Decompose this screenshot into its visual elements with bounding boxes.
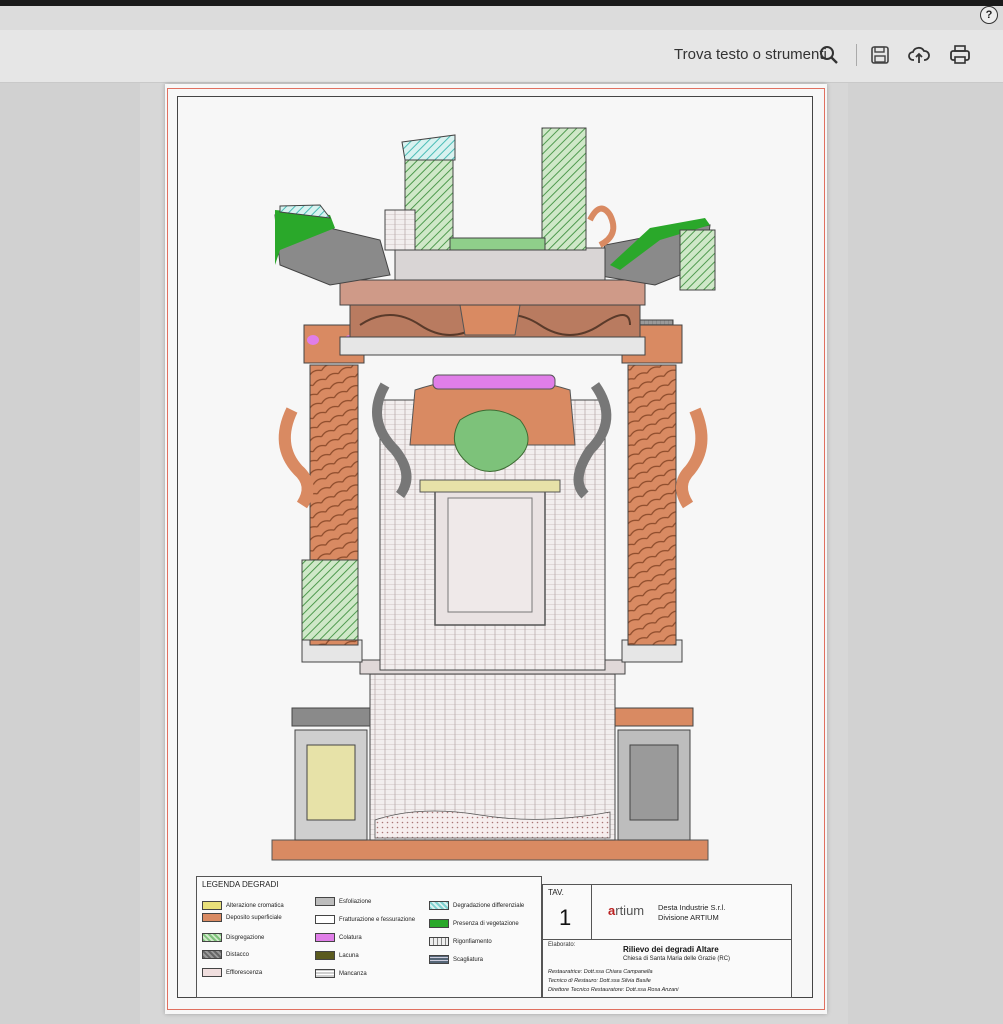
left-pedestal-panel	[306, 744, 356, 821]
legend-item-fratturazione: Fratturazione e fessurazione	[315, 915, 415, 924]
company-box: artium Desta Industrie S.r.l. Divisione …	[592, 884, 792, 940]
credit-line: Direttore Tecnico Restauratore: Dott.ssa…	[548, 987, 679, 993]
legend-title: LEGENDA DEGRADI	[202, 880, 279, 889]
legend-swatch	[429, 955, 449, 964]
legend-swatch	[202, 950, 222, 959]
legend-swatch	[315, 951, 335, 960]
viewer-toolbar: Trova testo o strumenti	[0, 30, 1003, 83]
legend-item-esfoliazione: Esfoliazione	[315, 897, 371, 906]
legend-label: Mancanza	[339, 970, 367, 977]
legend-item-alterazione-cromatica: Alterazione cromatica	[202, 901, 284, 910]
colatura-band	[432, 374, 556, 390]
legend-swatch	[202, 933, 222, 942]
legend-swatch	[315, 933, 335, 942]
credit-line: Restauratrice: Dott.ssa Chiara Campanell…	[548, 969, 653, 975]
legend-panel: LEGENDA DEGRADI Alterazione cromatica De…	[196, 876, 542, 998]
legend-label: Presenza di vegetazione	[453, 920, 519, 927]
legend-label: Distacco	[226, 951, 250, 958]
attic-top-band	[449, 237, 546, 251]
legend-label: Alterazione cromatica	[226, 902, 284, 909]
elaborato-subtitle: Chiesa di Santa Maria delle Grazie (RC)	[623, 956, 731, 962]
tav-number: 1	[559, 905, 572, 930]
legend-label: Disgregazione	[226, 934, 265, 941]
legend-swatch	[429, 937, 449, 946]
right-pedestal-panel	[629, 744, 679, 821]
legend-swatch	[202, 913, 222, 922]
elaborato-label: Elaborato:	[548, 942, 576, 948]
legend-swatch	[315, 915, 335, 924]
help-button[interactable]: ?	[980, 6, 998, 24]
left-attic-top	[401, 134, 456, 161]
legend-swatch	[429, 919, 449, 928]
left-pedestal-band	[291, 707, 371, 727]
elaborato-title: Rilievo dei degradi Altare	[623, 945, 719, 954]
legend-item-disgregazione: Disgregazione	[202, 933, 264, 942]
right-spiral-column	[627, 364, 677, 646]
architrave	[339, 336, 646, 356]
legend-item-rigonfiamento: Rigonfiamento	[429, 937, 492, 946]
credit-line: Tecnico di Restauro: Dott.ssa Silvia Bas…	[548, 978, 651, 984]
right-attic-pilaster	[541, 127, 587, 251]
legend-item-mancanza: Mancanza	[315, 969, 367, 978]
tav-box: TAV. 1	[542, 884, 592, 940]
right-panel	[848, 83, 1003, 1024]
legend-swatch	[202, 968, 222, 977]
legend-swatch	[429, 901, 449, 910]
left-volute	[278, 407, 314, 509]
legend-item-degradazione-differenziale: Degradazione differenziale	[429, 901, 524, 910]
legend-item-scagliatura: Scagliatura	[429, 955, 483, 964]
legend-item-deposito-superficiale: Deposito superficiale	[202, 913, 282, 922]
company-name: Desta Industrie S.r.l.	[658, 903, 726, 912]
base-plinth	[271, 839, 709, 861]
central-panel-inset-inner	[447, 497, 533, 613]
upload-icon[interactable]	[908, 44, 930, 66]
legend-item-lacuna: Lacuna	[315, 951, 359, 960]
legend-item-presenza-vegetazione: Presenza di vegetazione	[429, 919, 519, 928]
attic-base	[394, 247, 606, 281]
left-column-green-patch	[301, 559, 359, 641]
legend-label: Degradazione differenziale	[453, 902, 525, 909]
legend-label: Colatura	[339, 934, 362, 941]
legend-item-colatura: Colatura	[315, 933, 362, 942]
legend-label: Scagliatura	[453, 956, 484, 963]
search-tools-label[interactable]: Trova testo o strumenti	[674, 46, 827, 63]
legend-swatch	[315, 897, 335, 906]
credits-box: Restauratrice: Dott.ssa Chiara Campanell…	[542, 966, 792, 998]
left-panel	[0, 83, 140, 1024]
legend-label: Rigonfiamento	[453, 938, 492, 945]
legend-swatch	[315, 969, 335, 978]
attic-left-block	[384, 209, 416, 251]
right-volute	[676, 407, 708, 509]
legend-swatch	[202, 901, 222, 910]
legend-item-efflorescenza: Efflorescenza	[202, 968, 262, 977]
company-division: Divisione ARTIUM	[658, 913, 719, 922]
save-icon[interactable]	[869, 44, 891, 66]
upper-cornice	[339, 279, 646, 306]
legend-label: Lacuna	[339, 952, 359, 959]
toolbar-separator	[856, 44, 857, 66]
legend-label: Deposito superficiale	[226, 914, 282, 921]
altar-degradation-drawing	[271, 127, 716, 861]
arch-lintel	[419, 479, 561, 493]
legend-label: Esfoliazione	[339, 898, 372, 905]
right-corner-green-patch	[679, 229, 716, 291]
monitor-bezel	[0, 0, 1003, 6]
print-icon[interactable]	[949, 44, 971, 66]
legend-label: Fratturazione e fessurazione	[339, 916, 416, 923]
tav-label: TAV.	[548, 888, 564, 897]
legend-item-distacco: Distacco	[202, 950, 249, 959]
elaborato-box: Elaborato: Rilievo dei degradi Altare Ch…	[542, 940, 792, 968]
legend-label: Efflorescenza	[226, 969, 263, 976]
artium-logo: artium	[608, 903, 645, 918]
search-icon[interactable]	[818, 44, 840, 66]
left-capital-colatura	[307, 335, 319, 345]
attic-right-scroll	[587, 205, 617, 248]
right-pedestal-band	[614, 707, 694, 727]
